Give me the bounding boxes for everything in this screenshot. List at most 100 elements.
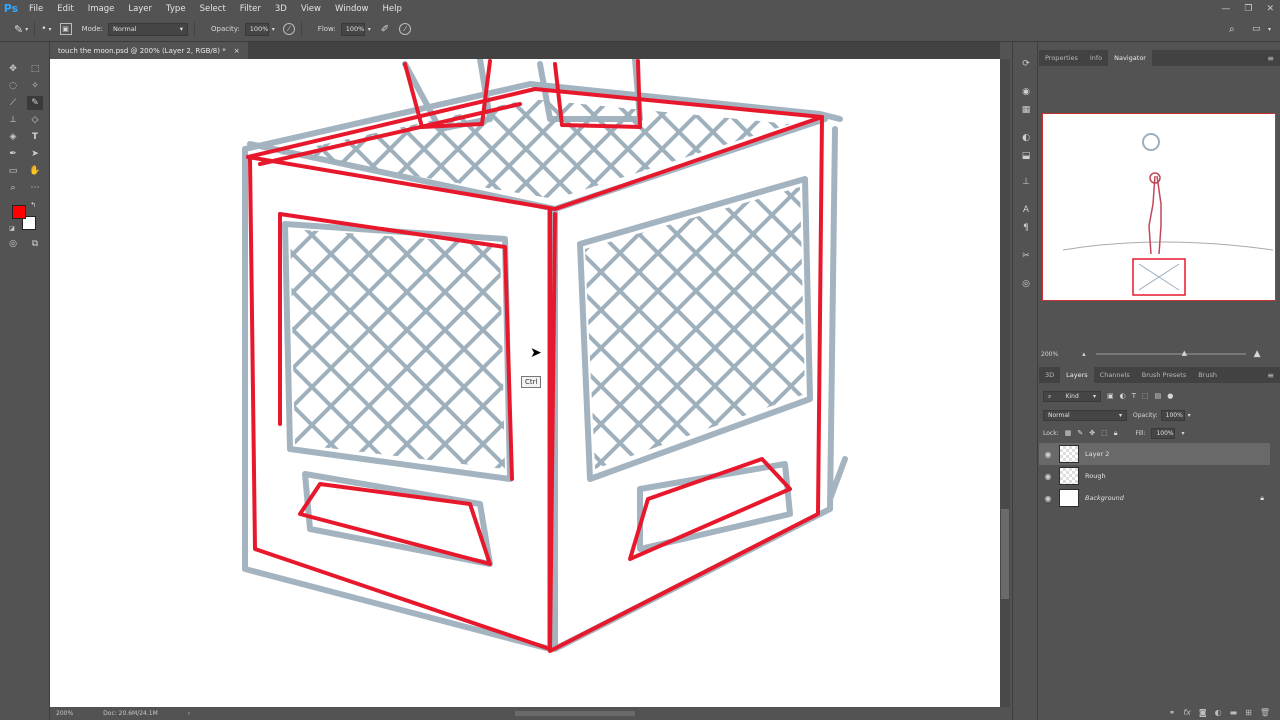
tab-brush[interactable]: Brush bbox=[1192, 367, 1223, 383]
lock-image-icon[interactable]: ✎ bbox=[1077, 429, 1083, 437]
filter-adjustment-icon[interactable]: ◐ bbox=[1120, 392, 1126, 400]
character-icon[interactable]: A bbox=[1019, 204, 1033, 216]
pen-tool-icon[interactable]: ✒ bbox=[5, 147, 21, 161]
layer-style-icon[interactable]: fx bbox=[1183, 708, 1191, 717]
layer-name[interactable]: Layer 2 bbox=[1085, 450, 1109, 458]
airbrush-icon[interactable]: ✐ bbox=[381, 24, 389, 35]
hand-tool-icon[interactable]: ✋ bbox=[27, 164, 43, 178]
more-tools-icon[interactable]: ⋯ bbox=[27, 181, 43, 195]
filter-type-icon[interactable]: T bbox=[1132, 392, 1136, 400]
horizontal-scrollbar[interactable] bbox=[515, 711, 636, 716]
status-expand-icon[interactable]: › bbox=[188, 710, 190, 717]
tab-layers[interactable]: Layers bbox=[1060, 367, 1094, 383]
new-layer-icon[interactable]: ⊞ bbox=[1245, 708, 1252, 717]
foreground-color-swatch[interactable] bbox=[12, 205, 26, 219]
path-select-tool-icon[interactable]: ➤ bbox=[27, 147, 43, 161]
pressure-opacity-icon[interactable]: ⁄ bbox=[282, 23, 295, 35]
status-zoom[interactable]: 200% bbox=[56, 710, 73, 717]
marquee-tool-icon[interactable]: ⬚ bbox=[27, 62, 43, 76]
blend-mode-select[interactable]: Normal ▾ bbox=[1043, 409, 1127, 421]
add-mask-icon[interactable]: ◙ bbox=[1199, 708, 1207, 717]
tab-info[interactable]: Info bbox=[1084, 50, 1108, 66]
layer-row[interactable]: ◉ Rough bbox=[1039, 465, 1270, 487]
color-icon[interactable]: ◉ bbox=[1019, 86, 1033, 98]
document-canvas[interactable]: ➤ Ctrl bbox=[50, 59, 1000, 707]
cloud-icon[interactable]: ◎ bbox=[1019, 278, 1033, 290]
menu-select[interactable]: Select bbox=[193, 4, 233, 14]
menu-view[interactable]: View bbox=[294, 4, 328, 14]
eraser-tool-icon[interactable]: ◇ bbox=[27, 113, 43, 127]
menu-file[interactable]: File bbox=[22, 4, 50, 14]
restore-button[interactable]: ❐ bbox=[1244, 4, 1252, 14]
zoom-slider[interactable]: ▲ bbox=[1095, 349, 1246, 357]
layer-name[interactable]: Background bbox=[1085, 494, 1124, 502]
filter-smart-object-icon[interactable]: ▤ bbox=[1155, 392, 1162, 400]
default-colors-icon[interactable]: ◪ bbox=[7, 223, 17, 233]
menu-type[interactable]: Type bbox=[159, 4, 193, 14]
history-icon[interactable]: ⟳ bbox=[1019, 58, 1033, 70]
visibility-eye-icon[interactable]: ◉ bbox=[1039, 494, 1057, 503]
lock-artboard-icon[interactable]: ⬚ bbox=[1101, 429, 1108, 437]
styles-icon[interactable]: ⬓ bbox=[1019, 150, 1033, 162]
move-tool-icon[interactable]: ✥ bbox=[5, 62, 21, 76]
lock-transparent-icon[interactable]: ▦ bbox=[1065, 429, 1072, 437]
link-layers-icon[interactable]: ⚭ bbox=[1169, 708, 1176, 717]
brush-size-icon[interactable]: • bbox=[41, 24, 46, 34]
pressure-size-icon[interactable]: ⁄ bbox=[399, 23, 412, 35]
brush-panel-icon[interactable]: ▣ bbox=[59, 23, 72, 35]
lasso-tool-icon[interactable]: ◌ bbox=[5, 79, 21, 93]
menu-layer[interactable]: Layer bbox=[121, 4, 159, 14]
tab-brush-presets[interactable]: Brush Presets bbox=[1136, 367, 1192, 383]
navigator-preview[interactable] bbox=[1042, 113, 1276, 301]
search-icon[interactable]: ⌕ bbox=[1229, 24, 1235, 35]
quick-select-tool-icon[interactable]: ✧ bbox=[27, 79, 43, 93]
chevron-down-icon[interactable]: ▾ bbox=[25, 26, 28, 33]
close-button[interactable]: ✕ bbox=[1266, 4, 1274, 14]
mode-select[interactable]: Normal ▾ bbox=[108, 22, 188, 36]
menu-edit[interactable]: Edit bbox=[50, 4, 80, 14]
filter-toggle-icon[interactable]: ● bbox=[1167, 392, 1173, 400]
minimize-button[interactable]: — bbox=[1221, 4, 1230, 14]
menu-image[interactable]: Image bbox=[81, 4, 122, 14]
rectangle-tool-icon[interactable]: ▭ bbox=[5, 164, 21, 178]
type-tool-icon[interactable]: T bbox=[27, 130, 43, 144]
panel-menu-icon[interactable]: ≡ bbox=[1261, 50, 1280, 66]
scrollbar-thumb[interactable] bbox=[1001, 509, 1009, 599]
brush-tool-icon[interactable]: ✎ bbox=[27, 96, 43, 110]
fill-field[interactable]: 100% bbox=[1151, 427, 1176, 439]
zoom-out-icon[interactable]: ▴ bbox=[1082, 350, 1086, 358]
visibility-eye-icon[interactable]: ◉ bbox=[1039, 450, 1057, 459]
chevron-down-icon[interactable]: ▾ bbox=[49, 26, 52, 33]
swatches-icon[interactable]: ▦ bbox=[1019, 104, 1033, 116]
chevron-down-icon[interactable]: ▾ bbox=[1188, 412, 1191, 419]
menu-window[interactable]: Window bbox=[328, 4, 376, 14]
menu-filter[interactable]: Filter bbox=[233, 4, 268, 14]
menu-3d[interactable]: 3D bbox=[268, 4, 294, 14]
chevron-down-icon[interactable]: ▾ bbox=[1268, 26, 1271, 33]
tab-3d[interactable]: 3D bbox=[1039, 367, 1060, 383]
filter-kind-select[interactable]: ⌕ Kind ▾ bbox=[1043, 390, 1101, 402]
filter-pixel-icon[interactable]: ▣ bbox=[1107, 392, 1114, 400]
quick-mask-icon[interactable]: ◎ bbox=[5, 237, 21, 251]
layer-opacity-field[interactable]: 100% bbox=[1160, 409, 1185, 421]
panel-menu-icon[interactable]: ≡ bbox=[1261, 367, 1280, 383]
layer-row[interactable]: ◉ Layer 2 bbox=[1039, 443, 1270, 465]
filter-shape-icon[interactable]: ⬚ bbox=[1142, 392, 1149, 400]
tab-properties[interactable]: Properties bbox=[1039, 50, 1084, 66]
eyedropper-tool-icon[interactable]: ⟋ bbox=[5, 96, 21, 110]
lock-position-icon[interactable]: ✥ bbox=[1089, 429, 1095, 437]
brush-tool-icon[interactable]: ✎ bbox=[14, 23, 23, 36]
delete-layer-icon[interactable]: 🗑︎ bbox=[1260, 708, 1270, 717]
screen-mode-icon[interactable]: ⧉ bbox=[27, 237, 43, 251]
layer-name[interactable]: Rough bbox=[1085, 472, 1106, 480]
zoom-slider-handle[interactable]: ▲ bbox=[1182, 349, 1187, 357]
workspace-icon[interactable]: ▭ bbox=[1252, 24, 1261, 34]
paint-bucket-tool-icon[interactable]: ◈ bbox=[5, 130, 21, 144]
opacity-field[interactable]: 100% bbox=[244, 22, 269, 36]
chevron-down-icon[interactable]: ▾ bbox=[368, 26, 371, 33]
zoom-in-icon[interactable]: ▲ bbox=[1254, 349, 1261, 359]
flow-field[interactable]: 100% bbox=[340, 22, 365, 36]
close-tab-icon[interactable]: × bbox=[234, 47, 240, 55]
paragraph-icon[interactable]: ¶ bbox=[1019, 222, 1033, 234]
tools-presets-icon[interactable]: ✂ bbox=[1019, 250, 1033, 262]
